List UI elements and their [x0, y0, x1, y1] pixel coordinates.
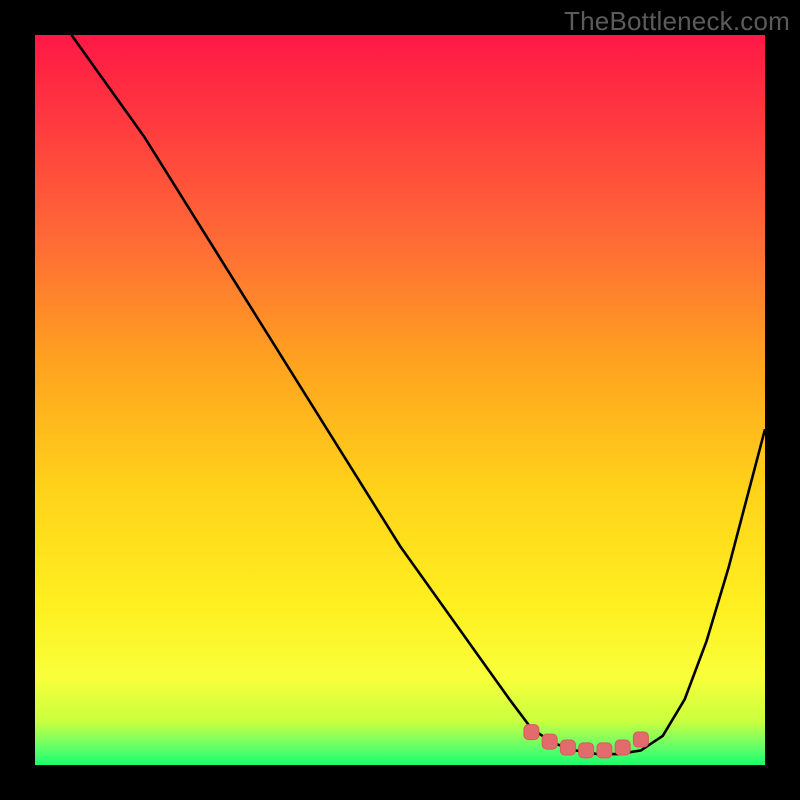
marker-point — [579, 743, 594, 758]
plot-area — [35, 35, 765, 765]
marker-point — [633, 732, 648, 747]
marker-point — [524, 725, 539, 740]
marker-point — [560, 740, 575, 755]
marker-point — [615, 740, 630, 755]
marker-point — [542, 734, 557, 749]
chart-frame: TheBottleneck.com — [0, 0, 800, 800]
gradient-background — [35, 35, 765, 765]
chart-svg — [35, 35, 765, 765]
marker-point — [597, 743, 612, 758]
watermark-text: TheBottleneck.com — [564, 6, 790, 37]
